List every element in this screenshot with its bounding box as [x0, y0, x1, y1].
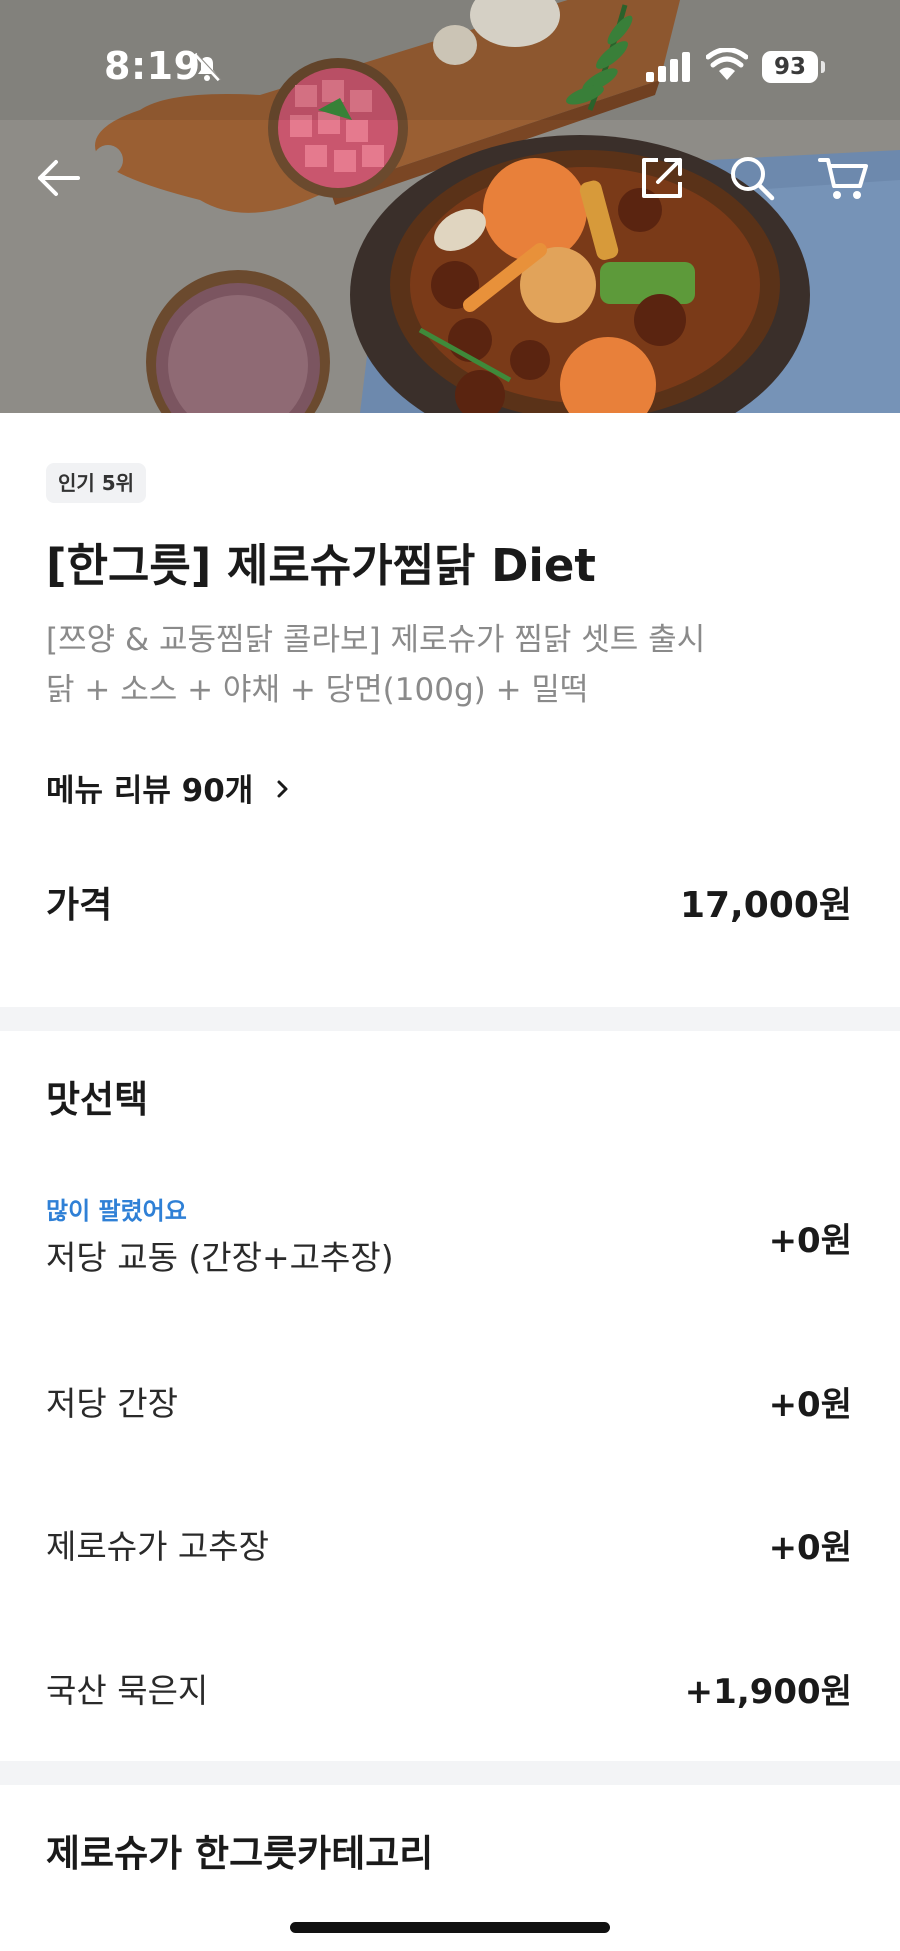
best-seller-tag: 많이 팔렸어요 [46, 1197, 187, 1225]
taste-option-price: +1,900원 [684, 1672, 852, 1712]
taste-section-title: 맛선택 [46, 1078, 149, 1121]
section-divider [0, 1007, 900, 1031]
review-link-label: 메뉴 리뷰 90개 [46, 773, 254, 809]
category-section-title: 제로슈가 한그릇카테고리 [46, 1832, 434, 1875]
search-icon[interactable] [724, 150, 780, 206]
price-label: 가격 [46, 885, 113, 926]
silent-bell-icon [193, 52, 222, 82]
taste-option-price: +0원 [768, 1221, 852, 1261]
product-title: [한그릇] 제로슈가찜닭 Diet [46, 539, 596, 592]
status-bar: 8:19 93 [0, 0, 900, 130]
review-link[interactable]: 메뉴 리뷰 90개 [46, 765, 292, 810]
back-arrow-icon[interactable] [32, 150, 88, 206]
battery-tip [821, 61, 825, 73]
status-time: 8:19 [104, 44, 201, 88]
product-hero-image: 8:19 93 [0, 0, 900, 413]
share-icon[interactable] [634, 150, 690, 206]
taste-option-price: +0원 [768, 1385, 852, 1425]
taste-option-price: +0원 [768, 1528, 852, 1568]
price-value: 17,000원 [679, 885, 852, 926]
taste-option-name: 제로슈가 고추장 [46, 1527, 270, 1566]
taste-option-name: 국산 묵은지 [46, 1671, 209, 1710]
product-description: [쯔양 & 교동찜닭 콜라보] 제로슈가 찜닭 셋트 출시 닭 + 소스 + 야… [46, 615, 866, 715]
cellular-signal-icon [646, 52, 690, 82]
wifi-icon [706, 48, 748, 80]
chevron-right-icon [277, 780, 288, 798]
taste-option-name: 저당 교동 (간장+고추장) [46, 1238, 394, 1277]
taste-option-name: 저당 간장 [46, 1384, 178, 1423]
rank-badge: 인기 5위 [46, 463, 147, 503]
battery-indicator: 93 [762, 51, 818, 83]
home-indicator[interactable] [290, 1922, 610, 1933]
description-line: [쯔양 & 교동찜닭 콜라보] 제로슈가 찜닭 셋트 출시 [46, 622, 706, 658]
description-line: 닭 + 소스 + 야채 + 당면(100g) + 밀떡 [46, 672, 589, 708]
cart-icon[interactable] [816, 150, 872, 206]
section-divider [0, 1761, 900, 1785]
